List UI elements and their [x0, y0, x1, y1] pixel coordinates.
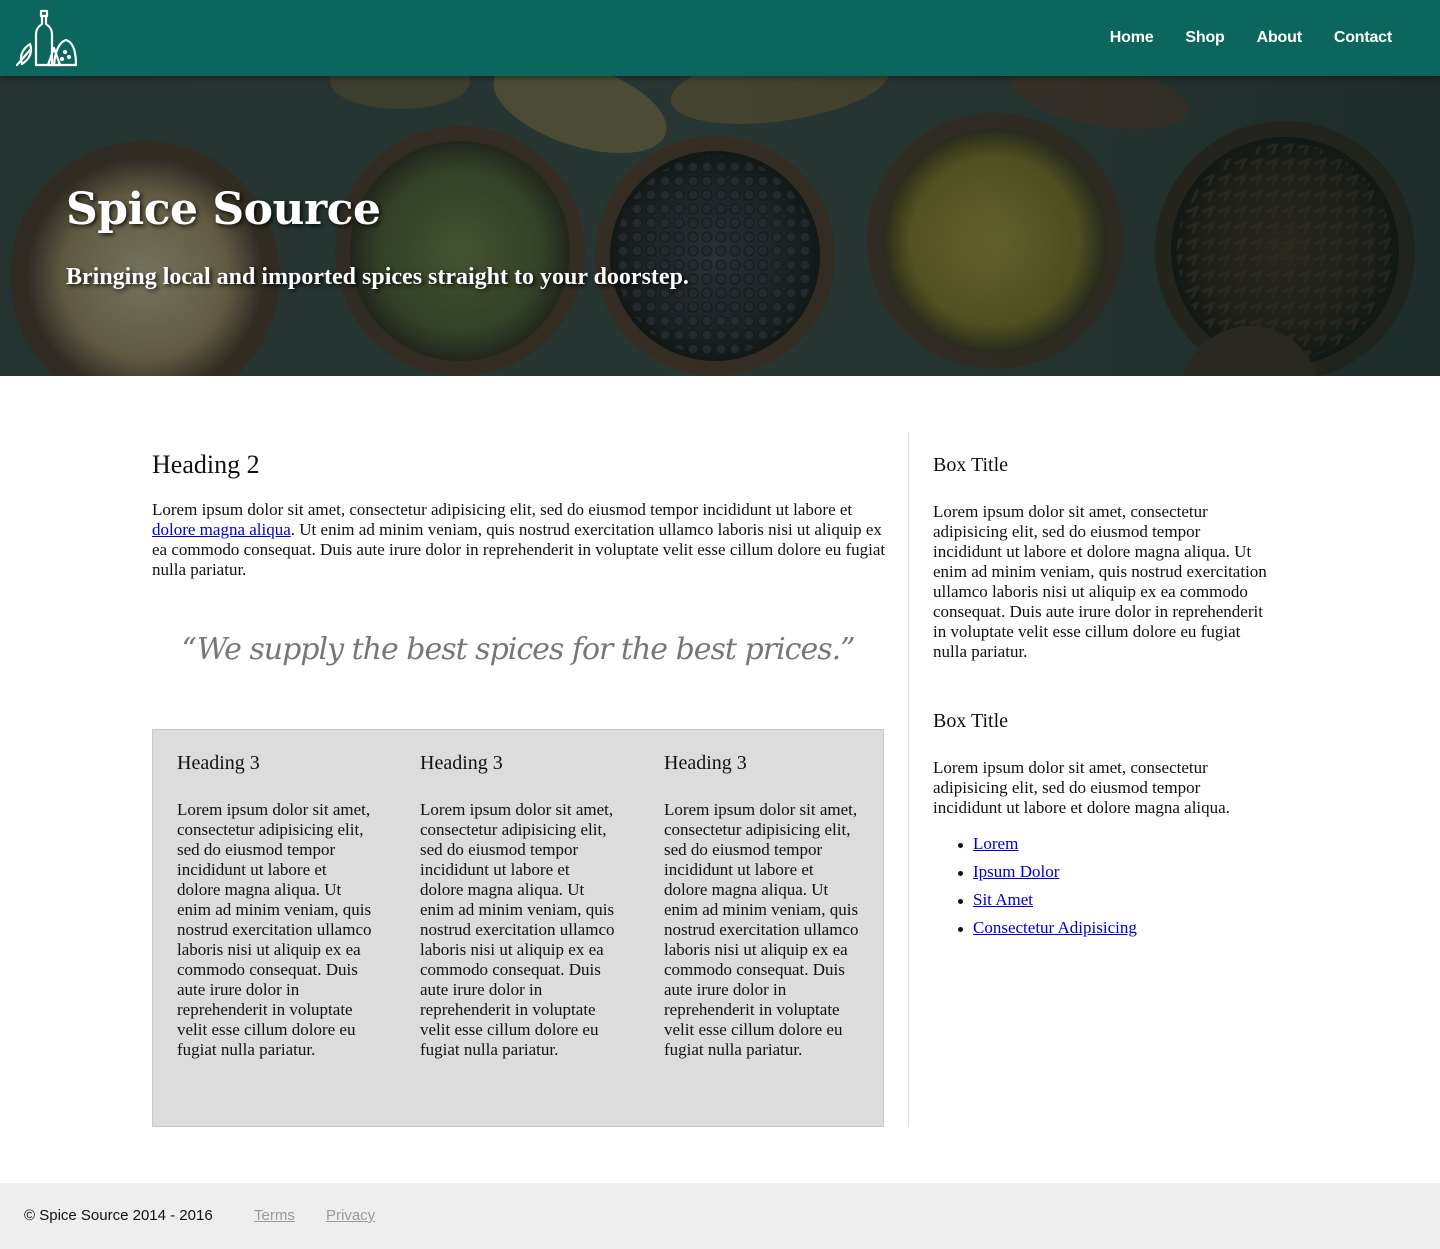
main-nav: Home Shop About Contact	[1110, 0, 1392, 76]
hero-banner: Spice Source Bringing local and imported…	[0, 76, 1440, 376]
nav-contact-link[interactable]: Contact	[1334, 29, 1392, 47]
hero-title: Spice Source	[66, 184, 381, 235]
nav-shop-link[interactable]: Shop	[1185, 29, 1224, 47]
column-heading: Heading 3	[420, 752, 503, 774]
column-heading: Heading 3	[664, 752, 747, 774]
site-footer: © Spice Source 2014 - 2016 Terms Privacy	[0, 1183, 1440, 1249]
sidebar-link-lorem[interactable]: Lorem	[973, 834, 1018, 853]
list-item: Ipsum Dolor	[933, 860, 1137, 888]
sidebar-link-list: Lorem Ipsum Dolor Sit Amet Consectetur A…	[933, 832, 1137, 944]
column-text: Lorem ipsum dolor sit amet, consectetur …	[664, 800, 859, 1059]
feature-columns-box: Heading 3 Lorem ipsum dolor sit amet, co…	[152, 729, 884, 1127]
sidebar-box-title: Box Title	[933, 454, 1009, 476]
footer-privacy-link[interactable]: Privacy	[326, 1207, 375, 1224]
list-item: Consectetur Adipisicing	[933, 916, 1137, 944]
sidebar-box-title: Box Title	[933, 710, 1009, 732]
column-text: Lorem ipsum dolor sit amet, consectetur …	[420, 800, 615, 1059]
sidebar-box-text: Lorem ipsum dolor sit amet, consectetur …	[933, 502, 1267, 661]
column-text: Lorem ipsum dolor sit amet, consectetur …	[177, 800, 372, 1059]
site-header: Home Shop About Contact	[0, 0, 1440, 76]
sidebar-box-text: Lorem ipsum dolor sit amet, consectetur …	[933, 758, 1230, 817]
intro-paragraph: Lorem ipsum dolor sit amet, consectetur …	[152, 500, 887, 580]
footer-terms-link[interactable]: Terms	[254, 1207, 295, 1224]
spice-jars-logo-icon[interactable]	[14, 8, 80, 68]
list-item: Lorem	[933, 832, 1137, 860]
sidebar-link-sit-amet[interactable]: Sit Amet	[973, 890, 1033, 909]
column-heading: Heading 3	[177, 752, 260, 774]
nav-home-link[interactable]: Home	[1110, 29, 1154, 47]
sidebar-link-ipsum-dolor[interactable]: Ipsum Dolor	[973, 862, 1059, 881]
main-heading: Heading 2	[152, 450, 260, 479]
copyright-text: © Spice Source 2014 - 2016	[24, 1207, 213, 1224]
sidebar-link-consectetur[interactable]: Consectetur Adipisicing	[973, 918, 1137, 937]
intro-text-start: Lorem ipsum dolor sit amet, consectetur …	[152, 500, 853, 519]
pull-quote: “We supply the best spices for the best …	[181, 632, 856, 667]
hero-tagline: Bringing local and imported spices strai…	[66, 264, 689, 290]
list-item: Sit Amet	[933, 888, 1137, 916]
nav-about-link[interactable]: About	[1257, 29, 1302, 47]
sidebar-divider	[908, 432, 909, 1127]
intro-inline-link[interactable]: dolore magna aliqua	[152, 520, 291, 539]
